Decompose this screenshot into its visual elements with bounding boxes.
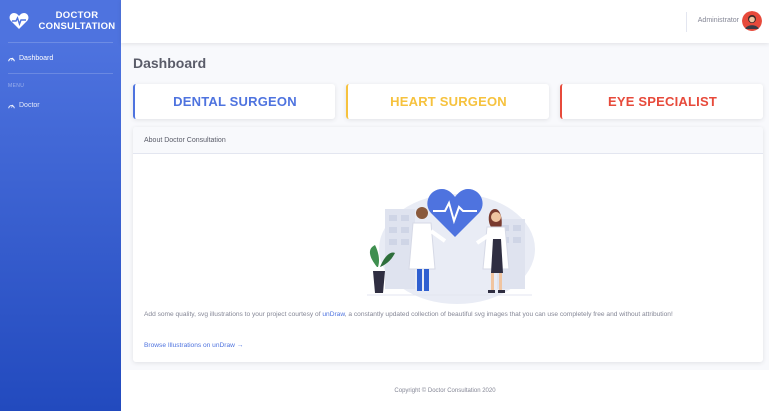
description-text-start: Add some quality, svg illustrations to y… [144,311,323,318]
specialty-label: EYE SPECIALIST [608,94,717,109]
about-card: About Doctor Consultation Add some quali… [133,127,763,362]
sidebar: DOCTOR CONSULTATION Dashboard MENU Docto… [0,0,121,411]
specialty-card-eye[interactable]: EYE SPECIALIST [560,84,763,119]
card-description: Add some quality, svg illustrations to y… [144,309,756,321]
user-name[interactable]: Administrator [698,17,739,24]
brand-link[interactable]: DOCTOR CONSULTATION [0,0,121,42]
dashboard-icon [8,55,15,62]
sidebar-item-dashboard[interactable]: Dashboard [0,43,121,73]
footer: Copyright © Doctor Consultation 2020 [121,370,769,411]
brand-line-2: CONSULTATION [38,21,116,32]
sidebar-item-label: Doctor [19,101,40,109]
heartbeat-icon [9,11,29,31]
doctor-icon [8,102,15,109]
undraw-link[interactable]: unDraw [322,311,344,318]
card-title: About Doctor Consultation [144,136,226,144]
topbar-divider [686,12,687,32]
sidebar-heading: MENU [8,83,25,89]
doctors-illustration [347,169,547,304]
page-title: Dashboard [133,55,207,71]
avatar[interactable] [742,11,762,31]
brand-title: DOCTOR CONSULTATION [37,10,117,32]
specialty-label: DENTAL SURGEON [173,94,297,109]
specialty-card-heart[interactable]: HEART SURGEON [346,84,549,119]
card-header: About Doctor Consultation [133,127,763,154]
brand-line-1: DOCTOR [55,10,99,21]
browse-illustrations-link[interactable]: Browse Illustrations on unDraw → [144,342,243,349]
topbar: Administrator [121,0,769,43]
copyright-text: Copyright © Doctor Consultation 2020 [394,387,496,394]
description-text-end: , a constantly updated collection of bea… [344,311,673,318]
sidebar-item-doctor[interactable]: Doctor [0,90,121,120]
sidebar-item-label: Dashboard [19,54,54,62]
specialty-card-dental[interactable]: DENTAL SURGEON [133,84,335,119]
specialty-label: HEART SURGEON [390,94,507,109]
